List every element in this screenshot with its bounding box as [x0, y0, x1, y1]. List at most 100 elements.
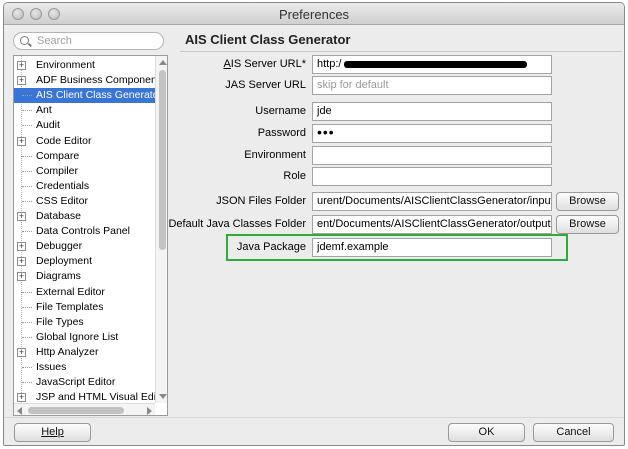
- tree-item[interactable]: JavaScript Editor: [14, 375, 155, 390]
- java-package-label: Java Package: [236, 241, 306, 253]
- tree-leaf-connector: [22, 382, 32, 384]
- tree-item[interactable]: + Code Editor: [14, 134, 155, 149]
- tree-item-label: Data Controls Panel: [36, 225, 130, 238]
- tree-item[interactable]: Compare: [14, 149, 155, 164]
- tree-item-label: Compiler: [36, 164, 79, 177]
- tree-item[interactable]: + Deployment: [14, 254, 155, 269]
- expand-plus-icon[interactable]: +: [17, 242, 26, 252]
- tree-leaf-connector: [22, 231, 32, 233]
- json-files-folder-field[interactable]: urent/Documents/AISClientClassGenerator/…: [312, 192, 552, 211]
- tree-vertical-scrollbar[interactable]: [155, 56, 167, 403]
- expand-plus-icon[interactable]: +: [17, 61, 26, 70]
- window-title: Preferences: [278, 7, 350, 22]
- title-bar: Preferences: [4, 3, 624, 25]
- json-files-browse-button[interactable]: Browse: [556, 192, 619, 211]
- tree-item-label: Global Ignore List: [36, 330, 119, 343]
- tree-item-label: Http Analyzer: [36, 345, 99, 358]
- tree-item[interactable]: External Editor: [14, 285, 155, 300]
- tree-item[interactable]: + Environment: [14, 58, 155, 73]
- scroll-up-arrow-icon[interactable]: [159, 60, 167, 65]
- expand-plus-icon[interactable]: +: [17, 76, 26, 86]
- tree-item-label: Issues: [36, 361, 67, 373]
- scroll-right-arrow-icon[interactable]: [147, 407, 152, 415]
- password-label: Password: [257, 127, 306, 139]
- tree-item[interactable]: Global Ignore List: [14, 330, 155, 345]
- password-field[interactable]: •••: [312, 124, 552, 143]
- tree-item[interactable]: + Database: [14, 209, 155, 224]
- expand-plus-icon[interactable]: +: [17, 393, 26, 403]
- ais-server-url-field[interactable]: http:/: [312, 55, 552, 74]
- tree-item-label: Credentials: [36, 179, 90, 192]
- panel-title-divider: [180, 51, 622, 52]
- tree-item[interactable]: + Http Analyzer: [14, 345, 155, 360]
- tree-leaf-connector: [22, 155, 32, 157]
- expand-plus-icon[interactable]: +: [17, 257, 26, 267]
- tree-leaf-connector: [22, 367, 32, 368]
- panel-title: AIS Client Class Generator: [185, 32, 351, 47]
- tree-item[interactable]: Compiler: [14, 164, 155, 179]
- tree-leaf-connector: [22, 306, 32, 308]
- tree-item-label: External Editor: [36, 285, 105, 298]
- preferences-window: Preferences Search + Environment + ADF Busi…: [3, 2, 625, 446]
- tree-item-label: Code Editor: [36, 134, 92, 147]
- tree-leaf-connector: [22, 170, 32, 172]
- search-placeholder: Search: [37, 35, 72, 47]
- jas-server-url-label: JAS Server URL: [225, 79, 306, 91]
- username-field[interactable]: jde: [312, 102, 552, 121]
- tree-item[interactable]: Issues: [14, 360, 155, 375]
- tree-vertical-scroll-thumb[interactable]: [159, 70, 166, 250]
- environment-label: Environment: [244, 149, 306, 161]
- tree-item[interactable]: + Debugger: [14, 239, 155, 254]
- username-label: Username: [255, 105, 306, 117]
- ais-server-url-value: http:/: [317, 58, 342, 70]
- cancel-button[interactable]: Cancel: [533, 423, 614, 442]
- role-field[interactable]: [312, 167, 552, 186]
- tree-item[interactable]: Credentials: [14, 179, 155, 194]
- tree-item-label: Audit: [36, 119, 60, 132]
- jas-server-url-field[interactable]: skip for default: [312, 76, 552, 95]
- ais-server-url-label: AIS Server URL*: [223, 58, 306, 70]
- tree-horizontal-scrollbar[interactable]: [14, 403, 155, 415]
- java-package-field[interactable]: jdemf.example: [312, 238, 552, 257]
- environment-field[interactable]: [312, 146, 552, 165]
- tree-item-label: Ant: [36, 104, 52, 117]
- tree-item-label: File Templates: [36, 300, 104, 313]
- tree-item[interactable]: Data Controls Panel: [14, 224, 155, 239]
- java-classes-browse-button[interactable]: Browse: [556, 215, 619, 234]
- expand-plus-icon[interactable]: +: [17, 272, 26, 282]
- tree-item-label: Compare: [36, 149, 80, 162]
- search-input[interactable]: Search: [13, 32, 164, 50]
- scroll-left-arrow-icon[interactable]: [17, 407, 22, 415]
- tree-item-label: AIS Client Class Generato: [36, 89, 159, 102]
- tree-leaf-connector: [22, 336, 32, 338]
- json-files-folder-label: JSON Files Folder: [216, 195, 306, 207]
- tree-item-label: ADF Business Componen: [36, 74, 157, 87]
- ok-button[interactable]: OK: [448, 423, 525, 442]
- tree-item-label: Environment: [36, 59, 95, 71]
- default-java-classes-folder-label: Default Java Classes Folder: [168, 218, 306, 230]
- tree-item[interactable]: AIS Client Class Generato: [14, 88, 159, 104]
- tree-item[interactable]: Audit: [14, 118, 155, 133]
- scroll-down-arrow-icon[interactable]: [159, 394, 167, 399]
- expand-plus-icon[interactable]: +: [17, 347, 26, 357]
- role-label: Role: [283, 170, 306, 182]
- help-button-label: Help: [41, 426, 64, 438]
- tree-item[interactable]: File Types: [14, 315, 155, 330]
- tree-item-label: File Types: [36, 315, 84, 328]
- redacted-host-mark: [344, 60, 528, 68]
- tree-item[interactable]: File Templates: [14, 300, 155, 315]
- expand-plus-icon[interactable]: +: [17, 136, 26, 146]
- expand-plus-icon[interactable]: +: [17, 212, 26, 221]
- help-button[interactable]: Help: [14, 423, 91, 442]
- tree-item[interactable]: Ant: [14, 103, 155, 118]
- tree-item[interactable]: + Diagrams: [14, 269, 155, 284]
- footer-divider: [4, 417, 624, 418]
- tree-item[interactable]: + ADF Business Componen: [14, 73, 157, 88]
- tree-item-label: JavaScript Editor: [36, 376, 116, 389]
- tree-horizontal-scroll-thumb[interactable]: [28, 407, 124, 414]
- tree-leaf-connector: [22, 200, 32, 202]
- preferences-tree[interactable]: + Environment + ADF Business Componen AIS Cl…: [13, 55, 168, 416]
- tree-item-label: Debugger: [36, 240, 83, 253]
- tree-item[interactable]: CSS Editor: [14, 194, 155, 209]
- default-java-classes-folder-field[interactable]: ent/Documents/AISClientClassGenerator/ou…: [312, 215, 552, 234]
